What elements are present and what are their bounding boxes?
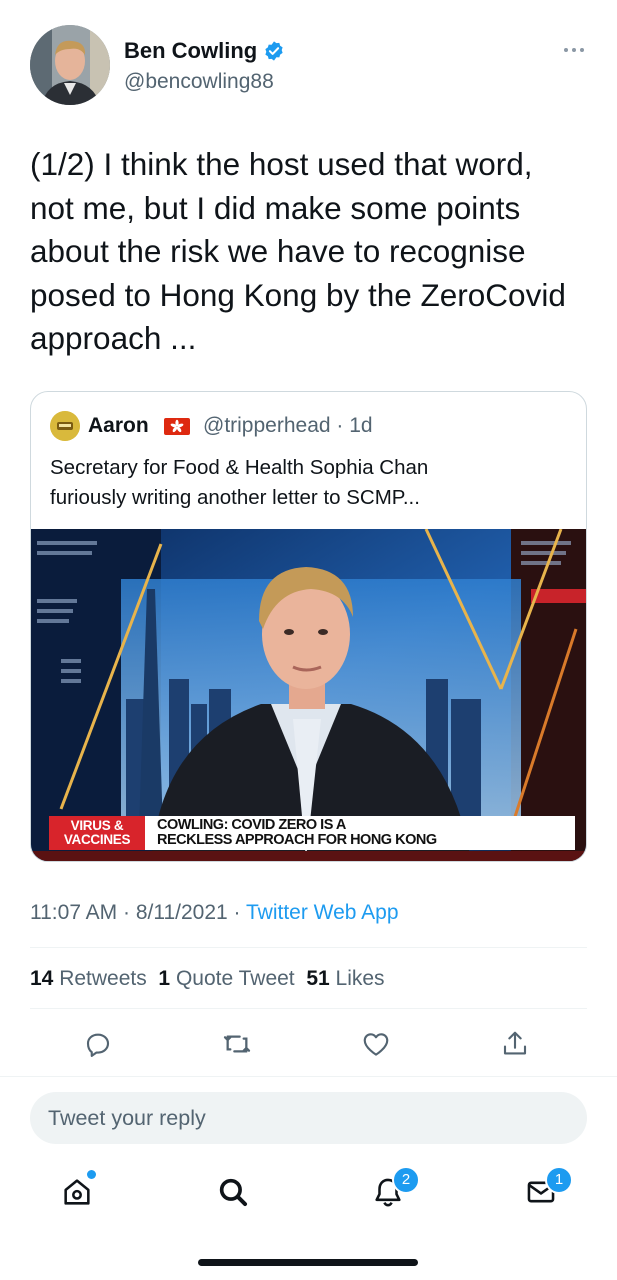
quoted-author-name[interactable]: Aaron: [88, 412, 149, 440]
like-button[interactable]: [356, 1024, 396, 1064]
bottom-nav: 2 1: [0, 1162, 617, 1222]
quote-tweets-count: 1: [158, 967, 171, 990]
news-tag-line: VACCINES: [63, 832, 131, 847]
quoted-tweet-text: Secretary for Food & Health Sophia Chan …: [50, 453, 570, 513]
quoted-text-line: furiously writing another letter to SCMP…: [50, 486, 420, 509]
nav-search[interactable]: [203, 1162, 263, 1222]
tweet-source-link[interactable]: Twitter Web App: [246, 901, 399, 924]
nav-home[interactable]: [47, 1162, 107, 1222]
like-icon: [363, 1033, 389, 1056]
retweet-button[interactable]: [217, 1024, 257, 1064]
tweet-timestamp[interactable]: 11:07 AM · 8/11/2021 ·: [30, 901, 246, 924]
divider: [30, 1008, 587, 1009]
reply-input[interactable]: Tweet your reply: [30, 1092, 587, 1144]
news-tag-line: VIRUS &: [70, 818, 124, 833]
tweet-stats: 14 Retweets 1 Quote Tweet 51 Likes: [30, 964, 385, 994]
tweet-text-line: approach ...: [30, 320, 197, 356]
likes-count: 51: [306, 967, 330, 990]
more-options-icon[interactable]: [560, 36, 588, 64]
quoted-tweet-card[interactable]: Aaron @tripperhead · 1d Secretary for Fo…: [30, 391, 587, 862]
nav-messages[interactable]: 1: [511, 1162, 573, 1222]
likes-stat[interactable]: 51 Likes: [306, 967, 384, 990]
tweet-text-line: not me, but I did make some points: [30, 189, 521, 226]
retweets-count: 14: [30, 967, 54, 990]
search-icon: [219, 1178, 248, 1207]
reply-button[interactable]: [78, 1024, 118, 1064]
nav-notifications[interactable]: 2: [358, 1162, 420, 1222]
author-name-row[interactable]: Ben Cowling: [124, 37, 285, 65]
retweets-label: Retweets: [59, 967, 147, 990]
messages-badge: 1: [545, 1166, 573, 1194]
quoted-author-avatar[interactable]: [50, 411, 80, 441]
likes-label: Likes: [335, 967, 385, 990]
quote-tweets-label: Quote Tweet: [175, 967, 295, 990]
quoted-avatar-image: [50, 411, 80, 441]
quote-tweets-stat[interactable]: 1 Quote Tweet: [158, 967, 294, 990]
home-icon: [64, 1179, 90, 1205]
quoted-author-handle[interactable]: @tripperhead · 1d: [203, 412, 373, 440]
news-headline-line: RECKLESS APPROACH FOR HONG KONG: [157, 832, 437, 848]
reply-icon: [86, 1033, 110, 1057]
author-handle[interactable]: @bencowling88: [124, 68, 274, 96]
news-lower-third: VIRUS & VACCINES COWLING: COVID ZERO IS …: [49, 816, 575, 850]
notifications-badge: 2: [392, 1166, 420, 1194]
tweet-actions: [30, 1024, 587, 1064]
author-avatar[interactable]: [30, 25, 110, 105]
retweets-stat[interactable]: 14 Retweets: [30, 967, 147, 990]
quoted-text-line: Secretary for Food & Health Sophia Chan: [50, 456, 429, 479]
retweet-icon: [223, 1035, 251, 1053]
home-new-dot: [87, 1170, 96, 1179]
share-icon: [503, 1031, 527, 1055]
news-headline: COWLING: COVID ZERO IS A RECKLESS APPROA…: [145, 816, 575, 850]
reply-placeholder: Tweet your reply: [48, 1106, 206, 1130]
news-headline-line: COWLING: COVID ZERO IS A: [157, 817, 346, 833]
verified-badge-icon: [265, 41, 283, 61]
divider: [0, 1076, 617, 1077]
tweet-text-line: (1/2) I think the host used that word,: [30, 146, 533, 182]
author-name[interactable]: Ben Cowling: [124, 37, 257, 65]
news-broadcast-image: [31, 528, 586, 861]
tweet-text: (1/2) I think the host used that word, n…: [30, 143, 600, 361]
tweet-text-line: posed to Hong Kong by the ZeroCovid: [30, 276, 566, 313]
home-indicator: [198, 1259, 418, 1266]
share-button[interactable]: [495, 1024, 535, 1064]
quoted-video-thumbnail[interactable]: VIRUS & VACCINES COWLING: COVID ZERO IS …: [31, 528, 586, 861]
avatar-photo: [30, 25, 110, 105]
news-category-tag: VIRUS & VACCINES: [49, 816, 145, 850]
hong-kong-flag-icon: [164, 418, 190, 435]
tweet-text-line: about the risk we have to recognise: [30, 233, 526, 269]
tweet-meta: 11:07 AM · 8/11/2021 · Twitter Web App: [30, 898, 399, 928]
divider: [30, 947, 587, 948]
